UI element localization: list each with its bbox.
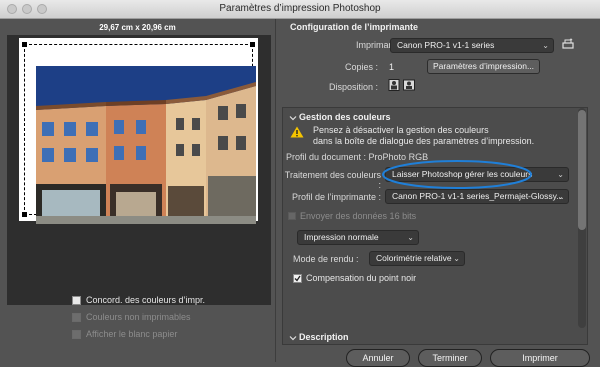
rendering-intent-select[interactable]: Colorimétrie relative ⌄ <box>369 251 465 266</box>
chevron-down-icon: ⌄ <box>557 170 564 179</box>
printer-select[interactable]: Canon PRO-1 v1-1 series ⌄ <box>390 38 554 53</box>
layout-label: Disposition : <box>328 82 378 92</box>
printer-select-value: Canon PRO-1 v1-1 series <box>397 40 495 50</box>
title-bar: Paramètres d’impression Photoshop <box>0 0 600 19</box>
paper-white-option: Afficher le blanc papier <box>72 329 177 339</box>
landscape-orientation-icon[interactable] <box>403 79 415 91</box>
send-16bit-checkbox <box>288 212 296 220</box>
color-management-title: Gestion des couleurs <box>299 112 391 122</box>
cancel-button[interactable]: Annuler <box>346 349 410 367</box>
print-settings-button[interactable]: Paramètres d’impression... <box>427 59 540 74</box>
paper-white-label: Afficher le blanc papier <box>86 329 178 339</box>
printer-profile-label: Profil de l’imprimante : <box>291 192 381 202</box>
black-point-label: Compensation du point noir <box>306 273 417 283</box>
match-print-colors-label: Concord. des couleurs d’impr. <box>86 295 206 305</box>
print-button[interactable]: Imprimer <box>490 349 590 367</box>
chevron-down-icon: ⌄ <box>542 41 549 50</box>
description-title: Description <box>299 332 349 342</box>
gamut-warning-label: Couleurs non imprimables <box>86 312 191 322</box>
warning-text-line2: dans la boîte de dialogue des paramètres… <box>313 136 535 146</box>
paper-white-checkbox <box>72 329 81 339</box>
black-point-checkbox[interactable] <box>293 273 302 283</box>
print-mode-select[interactable]: Impression normale ⌄ <box>297 230 419 245</box>
printer-profile-value: Canon PRO-1 v1-1 series_Permajet-Glossy.… <box>392 191 564 201</box>
chevron-down-icon[interactable] <box>289 334 297 342</box>
send-16bit-option: Envoyer des données 16 bits <box>288 211 416 221</box>
match-print-colors-checkbox[interactable] <box>72 295 81 305</box>
paper-sheet <box>19 38 258 224</box>
done-button[interactable]: Terminer <box>418 349 482 367</box>
chevron-down-icon[interactable] <box>289 114 297 122</box>
printer-icon[interactable] <box>561 38 575 50</box>
black-point-option[interactable]: Compensation du point noir <box>293 273 416 283</box>
portrait-orientation-icon[interactable] <box>388 79 400 91</box>
paper-size-label: 29,67 cm x 20,96 cm <box>99 23 176 32</box>
rendering-intent-label: Mode de rendu : <box>293 254 359 264</box>
settings-scrollbar[interactable] <box>578 108 586 328</box>
scrollbar-thumb[interactable] <box>578 110 586 230</box>
window-title: Paramètres d’impression Photoshop <box>219 3 381 14</box>
copies-input[interactable]: 1 <box>389 62 394 72</box>
settings-pane: Configuration de l’imprimante Imprimante… <box>275 19 600 367</box>
resize-handle-tr[interactable] <box>250 42 255 47</box>
gamut-warning-checkbox <box>72 312 81 322</box>
chevron-down-icon: ⌄ <box>407 233 414 242</box>
copies-label: Copies : <box>344 62 378 72</box>
resize-handle-bl[interactable] <box>22 212 27 217</box>
warning-icon <box>290 126 304 138</box>
printer-label: Imprimante : <box>355 40 406 50</box>
gamut-match-option[interactable]: Concord. des couleurs d’impr. <box>72 295 205 305</box>
send-16bit-label: Envoyer des données 16 bits <box>300 211 417 221</box>
print-mode-value: Impression normale <box>304 232 379 242</box>
highlight-oval <box>382 160 532 189</box>
gamut-warning-option: Couleurs non imprimables <box>72 312 191 322</box>
resize-handle-tl[interactable] <box>22 42 27 47</box>
rendering-intent-value: Colorimétrie relative <box>376 253 452 263</box>
chevron-down-icon: ⌄ <box>453 254 460 263</box>
chevron-down-icon: ⌄ <box>557 192 564 201</box>
printer-setup-title: Configuration de l’imprimante <box>290 22 419 32</box>
color-management-panel: Gestion des couleurs Pensez à désactiver… <box>282 107 588 345</box>
preview-pane: 29,67 cm x 20,96 cm Concord. des couleur… <box>0 19 275 362</box>
printer-profile-select[interactable]: Canon PRO-1 v1-1 series_Permajet-Glossy.… <box>385 189 569 204</box>
warning-text-line1: Pensez à désactiver la gestion des coule… <box>313 125 489 135</box>
color-handling-label: Traitement des couleurs : <box>284 170 381 190</box>
photo-preview[interactable] <box>36 66 256 224</box>
print-preview <box>7 35 271 305</box>
